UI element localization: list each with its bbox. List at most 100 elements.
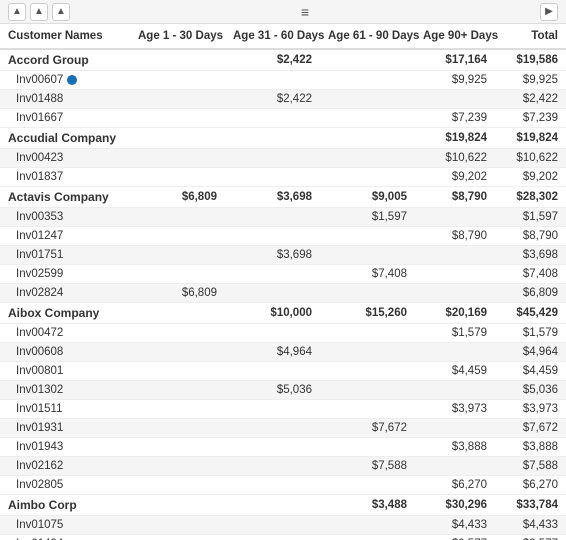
row-total: $7,672 — [495, 419, 566, 438]
row-age31 — [225, 265, 320, 284]
row-id: Inv00801 — [0, 362, 130, 381]
table-row[interactable]: Inv01247 $8,790 $8,790 — [0, 227, 566, 246]
col-header-total: Total — [495, 24, 566, 49]
nav-up-button[interactable]: ▲ — [30, 3, 48, 21]
col-header-age31: Age 31 - 60 Days — [225, 24, 320, 49]
col-header-customer: Customer Names — [0, 24, 130, 49]
row-age31 — [225, 535, 320, 540]
row-age61 — [320, 324, 415, 343]
table-row[interactable]: Inv01931 $7,672 $7,672 — [0, 419, 566, 438]
col-header-age1: Age 1 - 30 Days — [130, 24, 225, 49]
row-age90: $8,790 — [415, 227, 495, 246]
row-age1 — [130, 419, 225, 438]
row-age1 — [130, 324, 225, 343]
group-name: Accord Group — [0, 49, 130, 71]
table-row[interactable]: Inv01488 $2,422 $2,422 — [0, 90, 566, 109]
group-name: Accudial Company — [0, 128, 130, 149]
row-age90 — [415, 343, 495, 362]
top-bar: ▲ ▲ ▲ ≡ ▶ — [0, 0, 566, 24]
table-row[interactable]: Inv01511 $3,973 $3,973 — [0, 400, 566, 419]
table-row[interactable]: Inv00472 $1,579 $1,579 — [0, 324, 566, 343]
nav-forward-button[interactable]: ▲ — [52, 3, 70, 21]
row-age90 — [415, 90, 495, 109]
group-total: $19,824 — [495, 128, 566, 149]
group-header-row[interactable]: Aibox Company $10,000 $15,260 $20,169 $4… — [0, 303, 566, 324]
scroll-right-button[interactable]: ▶ — [540, 3, 558, 21]
row-total: $2,422 — [495, 90, 566, 109]
row-age31: $4,964 — [225, 343, 320, 362]
row-age1 — [130, 457, 225, 476]
table-row[interactable]: Inv02162 $7,588 $7,588 — [0, 457, 566, 476]
group-age90: $20,169 — [415, 303, 495, 324]
row-id: Inv00608 — [0, 343, 130, 362]
row-total: $9,202 — [495, 168, 566, 187]
group-header-row[interactable]: Accord Group $2,422 $17,164 $19,586 — [0, 49, 566, 71]
group-age61: $9,005 — [320, 187, 415, 208]
row-age31 — [225, 400, 320, 419]
nav-back-button[interactable]: ▲ — [8, 3, 26, 21]
row-age61 — [320, 362, 415, 381]
menu-icon[interactable]: ≡ — [301, 4, 309, 20]
row-age1 — [130, 168, 225, 187]
row-age1 — [130, 90, 225, 109]
row-age61 — [320, 149, 415, 168]
row-age90: $3,973 — [415, 400, 495, 419]
row-total: $3,698 — [495, 246, 566, 265]
group-header-row[interactable]: Actavis Company $6,809 $3,698 $9,005 $8,… — [0, 187, 566, 208]
row-age61 — [320, 343, 415, 362]
table-container: Customer Names Age 1 - 30 Days Age 31 - … — [0, 24, 566, 540]
table-row[interactable]: Inv02805 $6,270 $6,270 — [0, 476, 566, 495]
row-age31 — [225, 516, 320, 535]
row-total: $7,239 — [495, 109, 566, 128]
table-row[interactable]: Inv02599 $7,408 $7,408 — [0, 265, 566, 284]
row-age90 — [415, 381, 495, 400]
table-row[interactable]: Inv01837 $9,202 $9,202 — [0, 168, 566, 187]
group-age61: $15,260 — [320, 303, 415, 324]
row-age31 — [225, 168, 320, 187]
table-row[interactable]: Inv00423 $10,622 $10,622 — [0, 149, 566, 168]
row-age61 — [320, 71, 415, 90]
row-age31 — [225, 476, 320, 495]
table-row[interactable]: Inv01302 $5,036 $5,036 — [0, 381, 566, 400]
table-row[interactable]: Inv00607 $9,925 $9,925 — [0, 71, 566, 90]
row-age1: $6,809 — [130, 284, 225, 303]
row-age1 — [130, 381, 225, 400]
aging-table: Customer Names Age 1 - 30 Days Age 31 - … — [0, 24, 566, 540]
group-age1: $6,809 — [130, 187, 225, 208]
table-row[interactable]: Inv01943 $3,888 $3,888 — [0, 438, 566, 457]
row-age90: $4,459 — [415, 362, 495, 381]
row-total: $3,888 — [495, 438, 566, 457]
row-age1 — [130, 246, 225, 265]
table-row[interactable]: Inv00608 $4,964 $4,964 — [0, 343, 566, 362]
table-row[interactable]: Inv01667 $7,239 $7,239 — [0, 109, 566, 128]
table-row[interactable]: Inv01751 $3,698 $3,698 — [0, 246, 566, 265]
table-body: Accord Group $2,422 $17,164 $19,586 Inv0… — [0, 49, 566, 540]
row-id: Inv00607 — [0, 71, 130, 90]
row-age90 — [415, 208, 495, 227]
row-age90 — [415, 246, 495, 265]
row-age31 — [225, 419, 320, 438]
table-row[interactable]: Inv00353 $1,597 $1,597 — [0, 208, 566, 227]
row-total: $1,579 — [495, 324, 566, 343]
group-age1 — [130, 303, 225, 324]
row-age61 — [320, 381, 415, 400]
group-age61 — [320, 49, 415, 71]
table-row[interactable]: Inv00801 $4,459 $4,459 — [0, 362, 566, 381]
table-row[interactable]: Inv02824 $6,809 $6,809 — [0, 284, 566, 303]
table-row[interactable]: Inv01494 $9,577 $9,577 — [0, 535, 566, 540]
row-age61 — [320, 400, 415, 419]
row-id: Inv02805 — [0, 476, 130, 495]
group-header-row[interactable]: Aimbo Corp $3,488 $30,296 $33,784 — [0, 495, 566, 516]
row-age61: $7,672 — [320, 419, 415, 438]
table-row[interactable]: Inv01075 $4,433 $4,433 — [0, 516, 566, 535]
row-age31 — [225, 457, 320, 476]
row-age31: $5,036 — [225, 381, 320, 400]
row-total: $10,622 — [495, 149, 566, 168]
group-age1 — [130, 128, 225, 149]
row-id: Inv01075 — [0, 516, 130, 535]
row-age61: $1,597 — [320, 208, 415, 227]
group-header-row[interactable]: Accudial Company $19,824 $19,824 — [0, 128, 566, 149]
row-age61 — [320, 516, 415, 535]
group-age1 — [130, 49, 225, 71]
row-id: Inv01247 — [0, 227, 130, 246]
